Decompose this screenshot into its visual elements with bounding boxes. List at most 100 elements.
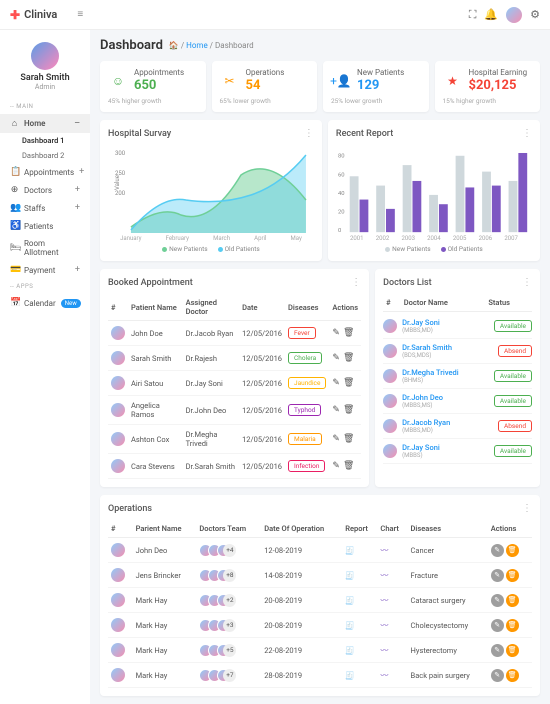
chart-icon: 〰 — [380, 646, 388, 655]
team-avatars: +2 — [199, 594, 258, 607]
edit-icon[interactable]: ✎ — [332, 378, 340, 388]
delete-button[interactable]: 🗑 — [506, 569, 519, 582]
expand-icon: + — [79, 167, 84, 177]
doctor-link[interactable]: Dr.Megha Trivedi — [183, 425, 240, 454]
doctor-name[interactable]: Dr.John Deo — [402, 393, 443, 402]
sidebar-item-room[interactable]: 🛏Room Allotment — [0, 235, 90, 261]
topbar: ✚ Cliniva ≡ ⛶ 🔔 ⚙ — [0, 0, 550, 30]
sidebar: Sarah Smith Admin -- MAIN ⌂Home– Dashboa… — [0, 30, 90, 704]
doctor-link[interactable]: Dr.Jacob Ryan — [183, 321, 240, 346]
edit-button[interactable]: ✎ — [491, 594, 504, 607]
report-icon[interactable]: 🧾 — [345, 621, 354, 630]
edit-button[interactable]: ✎ — [491, 619, 504, 632]
collapse-icon: – — [74, 119, 80, 129]
edit-icon[interactable]: ✎ — [332, 461, 340, 471]
delete-icon[interactable]: 🗑 — [343, 434, 354, 444]
card-menu-icon[interactable]: ⋮ — [522, 503, 532, 514]
svg-text:300: 300 — [115, 150, 126, 157]
avatar — [111, 459, 125, 473]
delete-icon[interactable]: 🗑 — [343, 328, 354, 338]
status-pill: Absend — [498, 420, 532, 432]
team-avatars: +5 — [199, 644, 258, 657]
delete-icon[interactable]: 🗑 — [343, 461, 354, 471]
team-avatars: +8 — [199, 569, 258, 582]
sidebar-item-calendar[interactable]: 📅CalendarNew — [0, 294, 90, 312]
edit-icon[interactable]: ✎ — [332, 434, 340, 444]
breadcrumb-home[interactable]: Home — [186, 41, 208, 50]
doctor-row: Dr.Sarah Smith(BDS,MDS)Absend — [383, 339, 532, 364]
stat-label: Appointments — [134, 68, 184, 77]
report-icon[interactable]: 🧾 — [345, 646, 354, 655]
menu-section-apps: -- APPS — [0, 279, 90, 294]
doctor-name[interactable]: Dr.Jay Soni — [402, 443, 440, 452]
report-icon[interactable]: 🧾 — [345, 596, 354, 605]
report-icon[interactable]: 🧾 — [345, 571, 354, 580]
card-menu-icon[interactable]: ⋮ — [351, 277, 361, 288]
stat-card: ☺Appointments65045% higher growth — [100, 61, 206, 112]
doctor-name[interactable]: Dr.Sarah Smith — [402, 343, 452, 352]
sidebar-item-appointments[interactable]: 📋Appointments+ — [0, 163, 90, 181]
card-menu-icon[interactable]: ⋮ — [522, 128, 532, 139]
table-row: Cara StevensDr.Sarah Smith12/05/2016Infe… — [108, 454, 361, 479]
card-menu-icon[interactable]: ⋮ — [522, 277, 532, 288]
delete-button[interactable]: 🗑 — [506, 594, 519, 607]
delete-button[interactable]: 🗑 — [506, 644, 519, 657]
sidebar-item-home[interactable]: ⌂Home– — [0, 114, 90, 133]
fullscreen-icon[interactable]: ⛶ — [469, 8, 477, 22]
delete-button[interactable]: 🗑 — [506, 669, 519, 682]
doctor-name[interactable]: Dr.Megha Trivedi — [402, 368, 459, 377]
report-icon[interactable]: 🧾 — [345, 546, 354, 555]
doctor-row: Dr.John Deo(MBBS,MS)Available — [383, 389, 532, 414]
chart-icon: 〰 — [380, 571, 388, 580]
table-row: Angelica RamosDr.John Deo12/05/2016Typho… — [108, 396, 361, 425]
patient-name: Mark Hay — [133, 663, 197, 688]
home-icon: ⌂ — [10, 118, 19, 129]
edit-icon[interactable]: ✎ — [332, 328, 340, 338]
delete-button[interactable]: 🗑 — [506, 544, 519, 557]
doctor-link[interactable]: Dr.John Deo — [183, 396, 240, 425]
patient-name: Mark Hay — [133, 588, 197, 613]
edit-button[interactable]: ✎ — [491, 669, 504, 682]
report-icon[interactable]: 🧾 — [345, 671, 354, 680]
avatar — [111, 543, 125, 557]
notification-icon[interactable]: 🔔 — [484, 8, 498, 21]
logo[interactable]: ✚ Cliniva — [10, 8, 57, 22]
status-pill: Available — [494, 320, 532, 332]
delete-button[interactable]: 🗑 — [506, 619, 519, 632]
staff-icon: 👥 — [10, 203, 19, 213]
user-avatar-small[interactable] — [506, 7, 522, 23]
menu-toggle-icon[interactable]: ≡ — [77, 9, 83, 20]
patient-name: Ashton Cox — [128, 425, 183, 454]
card-menu-icon[interactable]: ⋮ — [304, 128, 314, 139]
delete-icon[interactable]: 🗑 — [343, 353, 354, 363]
operations-card: Operations⋮ #Parient NameDoctors TeamDat… — [100, 495, 540, 696]
table-row: Jens Brincker+814-08-2019🧾〰Fracture✎🗑 — [108, 563, 532, 588]
doctor-link[interactable]: Dr.Rajesh — [183, 346, 240, 371]
edit-button[interactable]: ✎ — [491, 544, 504, 557]
stat-card: +👤New Patients12925% lower growth — [323, 61, 429, 112]
edit-icon[interactable]: ✎ — [332, 405, 340, 415]
user-block: Sarah Smith Admin — [0, 38, 90, 99]
patient-name: John Doe — [128, 321, 183, 346]
doctor-name[interactable]: Dr.Jacob Ryan — [402, 418, 450, 427]
patient-name: Mark Hay — [133, 638, 197, 663]
delete-icon[interactable]: 🗑 — [343, 378, 354, 388]
sidebar-item-doctors[interactable]: ⊕Doctors+ — [0, 181, 90, 199]
doctor-link[interactable]: Dr.Sarah Smith — [183, 454, 240, 479]
delete-icon[interactable]: 🗑 — [343, 405, 354, 415]
sidebar-item-staffs[interactable]: 👥Staffs+ — [0, 199, 90, 217]
sidebar-item-dashboard2[interactable]: Dashboard 2 — [22, 148, 90, 163]
patient-name: Jens Brincker — [133, 563, 197, 588]
sidebar-item-patients[interactable]: ♿Patients — [0, 217, 90, 235]
user-avatar[interactable] — [31, 42, 59, 70]
sidebar-item-payment[interactable]: 💳Payment+ — [0, 261, 90, 279]
doctor-name[interactable]: Dr.Jay Soni — [402, 318, 440, 327]
settings-icon[interactable]: ⚙ — [530, 8, 540, 21]
avatar — [383, 394, 397, 408]
doctor-link[interactable]: Dr.Jay Soni — [183, 371, 240, 396]
edit-button[interactable]: ✎ — [491, 569, 504, 582]
edit-button[interactable]: ✎ — [491, 644, 504, 657]
edit-icon[interactable]: ✎ — [332, 353, 340, 363]
stat-growth: 25% lower growth — [331, 97, 421, 105]
sidebar-item-dashboard1[interactable]: Dashboard 1 — [22, 133, 90, 148]
